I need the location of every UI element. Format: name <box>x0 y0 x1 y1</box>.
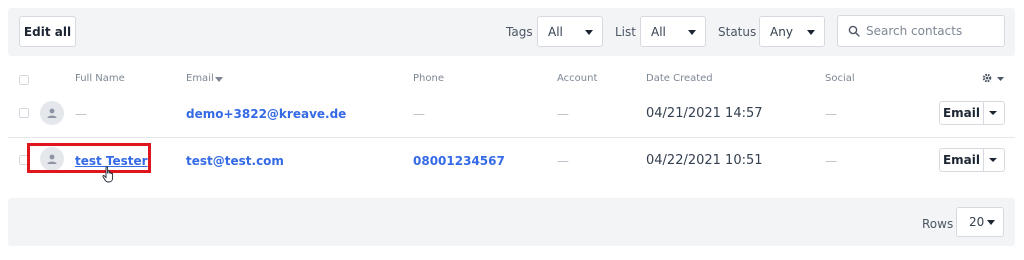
contact-date-created: 04/21/2021 14:57 <box>646 106 763 121</box>
search-input[interactable] <box>866 22 1000 40</box>
chevron-down-icon <box>989 158 997 162</box>
chevron-down-icon <box>688 30 696 35</box>
list-filter-select[interactable]: All <box>640 16 706 47</box>
sort-caret-icon[interactable] <box>215 77 223 82</box>
email-action-split-button: Email <box>939 101 1005 125</box>
contact-phone-link[interactable]: 08001234567 <box>413 154 505 168</box>
chevron-down-icon <box>989 111 997 115</box>
list-filter-value: All <box>651 24 666 39</box>
column-header-account[interactable]: Account <box>557 73 597 84</box>
tags-filter-select[interactable]: All <box>537 16 603 47</box>
rows-per-page-value: 20 <box>969 215 985 229</box>
column-header-date-created[interactable]: Date Created <box>646 73 713 84</box>
contacts-toolbar: Edit all Tags All List All Status Any <box>8 8 1015 56</box>
tags-filter-label: Tags <box>506 25 533 39</box>
highlight-box <box>27 143 151 173</box>
column-header-phone[interactable]: Phone <box>413 73 444 84</box>
column-header-email[interactable]: Email <box>186 73 214 84</box>
row-checkbox[interactable] <box>19 108 29 118</box>
rows-per-page-select[interactable]: 20 <box>956 207 1004 237</box>
contact-date-created: 04/22/2021 10:51 <box>646 153 763 168</box>
rows-per-page-label: Rows <box>922 217 954 231</box>
email-action-button[interactable]: Email <box>940 102 984 124</box>
hand-cursor-icon <box>102 166 114 183</box>
gear-icon[interactable] <box>981 72 993 84</box>
contact-account: — <box>557 107 569 121</box>
email-action-button[interactable]: Email <box>940 149 984 171</box>
column-header-social[interactable]: Social <box>825 73 855 84</box>
select-all-checkbox[interactable] <box>19 75 29 85</box>
avatar-icon <box>40 101 64 125</box>
edit-all-button[interactable]: Edit all <box>19 16 76 47</box>
status-filter-value: Any <box>770 24 793 39</box>
status-filter-select[interactable]: Any <box>759 16 825 47</box>
chevron-down-icon <box>585 30 593 35</box>
status-filter-label: Status <box>718 25 757 39</box>
chevron-down-icon <box>807 30 815 35</box>
tags-filter-value: All <box>548 24 563 39</box>
email-action-split-button: Email <box>939 148 1005 172</box>
contact-social: — <box>825 154 837 168</box>
column-header-full-name[interactable]: Full Name <box>75 73 125 84</box>
chevron-down-icon <box>987 220 995 225</box>
row-divider <box>8 137 1015 138</box>
contact-social: — <box>825 107 837 121</box>
email-action-dropdown[interactable] <box>984 102 1004 124</box>
pagination-bar: Rows 20 <box>8 198 1015 246</box>
search-field[interactable] <box>837 15 1005 47</box>
contact-email-link[interactable]: demo+3822@kreave.de <box>186 107 346 121</box>
email-action-dropdown[interactable] <box>984 149 1004 171</box>
contact-email-link[interactable]: test@test.com <box>186 154 284 168</box>
contact-name: — <box>75 107 87 121</box>
contact-account: — <box>557 154 569 168</box>
search-icon <box>848 25 860 37</box>
contact-phone: — <box>413 107 425 121</box>
chevron-down-icon[interactable] <box>997 77 1004 81</box>
list-filter-label: List <box>615 25 636 39</box>
